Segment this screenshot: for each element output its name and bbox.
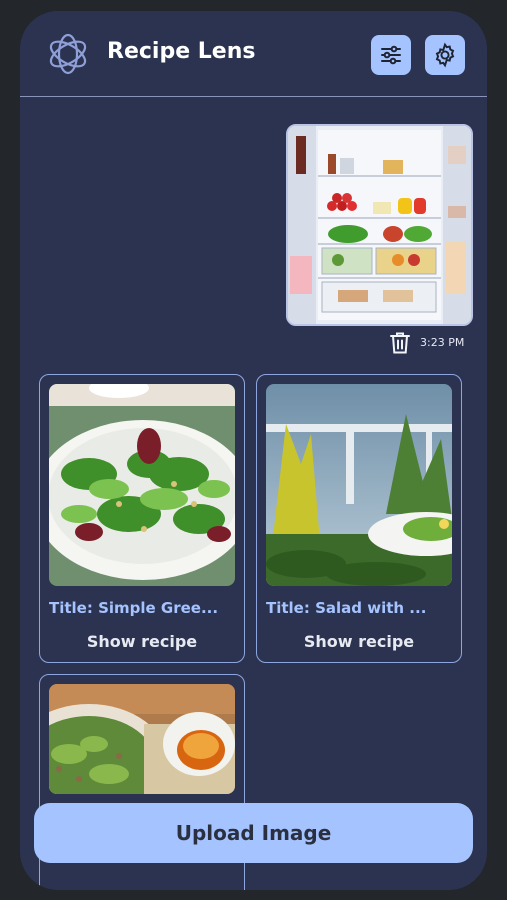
- trash-icon[interactable]: [389, 331, 411, 355]
- filter-button[interactable]: [371, 35, 411, 75]
- app-title: Recipe Lens: [107, 39, 256, 64]
- garden-salad-photo: [266, 384, 452, 586]
- sliders-icon: [381, 45, 401, 65]
- grain-salad-photo: [49, 684, 235, 794]
- app-header: Recipe Lens: [20, 11, 487, 97]
- gear-icon: [435, 42, 455, 68]
- upload-image-button[interactable]: Upload Image: [34, 803, 473, 863]
- show-recipe-button[interactable]: Show recipe: [257, 632, 461, 651]
- recipe-card[interactable]: Title: Simple Gree... Show recipe: [39, 374, 245, 663]
- uploaded-fridge-image[interactable]: [286, 124, 473, 326]
- recipe-title: Title: Simple Gree...: [49, 599, 219, 617]
- green-salad-photo: [49, 384, 235, 586]
- show-recipe-button[interactable]: Show recipe: [40, 632, 244, 651]
- message-timestamp: 3:23 PM: [420, 336, 465, 349]
- recipe-card[interactable]: Title: Salad with ... Show recipe: [256, 374, 462, 663]
- recipe-title: Title: Salad with ...: [266, 599, 427, 617]
- app-screen: Recipe Lens 3:23 PM Title: Simple Gree..…: [20, 11, 487, 890]
- openai-logo-icon: [49, 33, 87, 75]
- settings-button[interactable]: [425, 35, 465, 75]
